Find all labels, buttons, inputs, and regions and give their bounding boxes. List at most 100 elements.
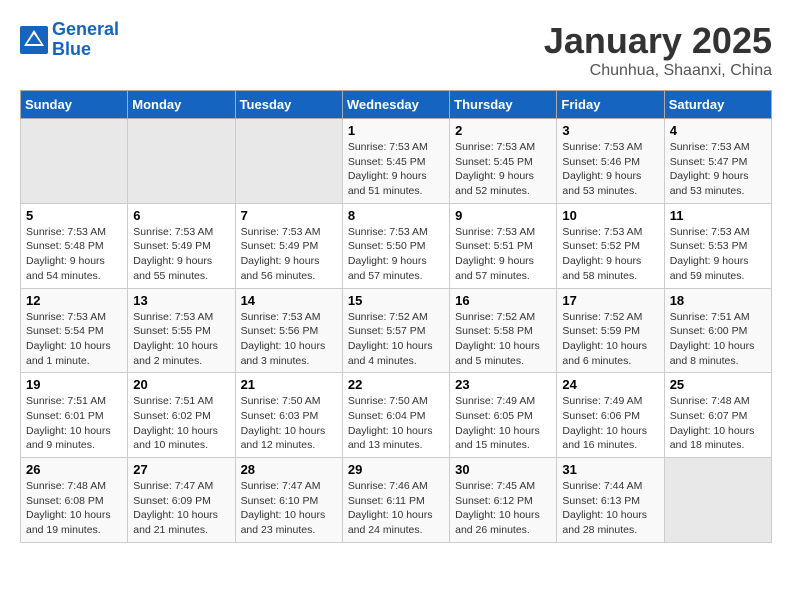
day-info: Sunrise: 7:53 AM Sunset: 5:45 PM Dayligh… <box>455 140 551 199</box>
day-number: 2 <box>455 123 551 138</box>
day-cell: 23 Sunrise: 7:49 AM Sunset: 6:05 PM Dayli… <box>450 373 557 458</box>
day-cell: 28Sunrise: 7:47 AM Sunset: 6:10 PM Dayli… <box>235 458 342 543</box>
day-cell: 31 Sunrise: 7:44 AM Sunset: 6:13 PM Dayli… <box>557 458 664 543</box>
logo: General Blue <box>20 20 119 60</box>
day-info: Sunrise: 7:53 AM Sunset: 5:48 PM Dayligh… <box>26 225 122 284</box>
day-number: 8 <box>348 208 444 223</box>
day-number: 1 <box>348 123 444 138</box>
day-info: Sunrise: 7:53 AM Sunset: 5:52 PM Dayligh… <box>562 225 658 284</box>
day-number: 3 <box>562 123 658 138</box>
day-number: 9 <box>455 208 551 223</box>
day-info: Sunrise: 7:53 AM Sunset: 5:47 PM Dayligh… <box>670 140 766 199</box>
day-info: Sunrise: 7:53 AM Sunset: 5:49 PM Dayligh… <box>241 225 337 284</box>
day-cell: 11Sunrise: 7:53 AM Sunset: 5:53 PM Dayli… <box>664 203 771 288</box>
day-cell: 4 Sunrise: 7:53 AM Sunset: 5:47 PM Daylig… <box>664 119 771 204</box>
day-cell: 10 Sunrise: 7:53 AM Sunset: 5:52 PM Dayli… <box>557 203 664 288</box>
day-number: 4 <box>670 123 766 138</box>
day-cell: 14Sunrise: 7:53 AM Sunset: 5:56 PM Dayli… <box>235 288 342 373</box>
day-cell: 30Sunrise: 7:45 AM Sunset: 6:12 PM Dayli… <box>450 458 557 543</box>
day-info: Sunrise: 7:48 AM Sunset: 6:07 PM Dayligh… <box>670 394 766 453</box>
day-info: Sunrise: 7:53 AM Sunset: 5:54 PM Dayligh… <box>26 310 122 369</box>
day-number: 16 <box>455 293 551 308</box>
day-cell: 18Sunrise: 7:51 AM Sunset: 6:00 PM Dayli… <box>664 288 771 373</box>
day-cell: 21Sunrise: 7:50 AM Sunset: 6:03 PM Dayli… <box>235 373 342 458</box>
day-number: 7 <box>241 208 337 223</box>
day-info: Sunrise: 7:53 AM Sunset: 5:45 PM Dayligh… <box>348 140 444 199</box>
day-info: Sunrise: 7:50 AM Sunset: 6:04 PM Dayligh… <box>348 394 444 453</box>
day-cell: 2 Sunrise: 7:53 AM Sunset: 5:45 PM Daylig… <box>450 119 557 204</box>
day-number: 31 <box>562 462 658 477</box>
day-number: 20 <box>133 377 229 392</box>
day-number: 24 <box>562 377 658 392</box>
day-info: Sunrise: 7:44 AM Sunset: 6:13 PM Dayligh… <box>562 479 658 538</box>
weekday-header-monday: Monday <box>128 91 235 119</box>
day-cell: 8 Sunrise: 7:53 AM Sunset: 5:50 PM Daylig… <box>342 203 449 288</box>
day-number: 27 <box>133 462 229 477</box>
day-cell: 16 Sunrise: 7:52 AM Sunset: 5:58 PM Dayli… <box>450 288 557 373</box>
day-cell: 24Sunrise: 7:49 AM Sunset: 6:06 PM Dayli… <box>557 373 664 458</box>
day-number: 26 <box>26 462 122 477</box>
day-cell: 27 Sunrise: 7:47 AM Sunset: 6:09 PM Dayli… <box>128 458 235 543</box>
day-info: Sunrise: 7:47 AM Sunset: 6:10 PM Dayligh… <box>241 479 337 538</box>
weekday-header-row: SundayMondayTuesdayWednesdayThursdayFrid… <box>21 91 772 119</box>
day-number: 15 <box>348 293 444 308</box>
logo-icon <box>20 26 48 54</box>
day-number: 11 <box>670 208 766 223</box>
day-number: 19 <box>26 377 122 392</box>
day-info: Sunrise: 7:52 AM Sunset: 5:58 PM Dayligh… <box>455 310 551 369</box>
title-block: January 2025 Chunhua, Shaanxi, China <box>544 20 772 80</box>
day-info: Sunrise: 7:52 AM Sunset: 5:57 PM Dayligh… <box>348 310 444 369</box>
day-cell: 15 Sunrise: 7:52 AM Sunset: 5:57 PM Dayli… <box>342 288 449 373</box>
week-row-2: 5 Sunrise: 7:53 AM Sunset: 5:48 PM Daylig… <box>21 203 772 288</box>
weekday-header-sunday: Sunday <box>21 91 128 119</box>
weekday-header-tuesday: Tuesday <box>235 91 342 119</box>
day-info: Sunrise: 7:53 AM Sunset: 5:50 PM Dayligh… <box>348 225 444 284</box>
day-info: Sunrise: 7:53 AM Sunset: 5:55 PM Dayligh… <box>133 310 229 369</box>
month-title: January 2025 <box>544 20 772 62</box>
day-cell: 13 Sunrise: 7:53 AM Sunset: 5:55 PM Dayli… <box>128 288 235 373</box>
day-number: 13 <box>133 293 229 308</box>
location: Chunhua, Shaanxi, China <box>544 62 772 80</box>
day-cell: 25 Sunrise: 7:48 AM Sunset: 6:07 PM Dayli… <box>664 373 771 458</box>
page-header: General Blue January 2025 Chunhua, Shaan… <box>20 20 772 80</box>
day-cell: 22 Sunrise: 7:50 AM Sunset: 6:04 PM Dayli… <box>342 373 449 458</box>
day-info: Sunrise: 7:52 AM Sunset: 5:59 PM Dayligh… <box>562 310 658 369</box>
day-info: Sunrise: 7:53 AM Sunset: 5:46 PM Dayligh… <box>562 140 658 199</box>
day-number: 23 <box>455 377 551 392</box>
day-cell: 17 Sunrise: 7:52 AM Sunset: 5:59 PM Dayli… <box>557 288 664 373</box>
day-number: 29 <box>348 462 444 477</box>
logo-line1: General <box>52 19 119 39</box>
day-number: 12 <box>26 293 122 308</box>
day-cell: 29Sunrise: 7:46 AM Sunset: 6:11 PM Dayli… <box>342 458 449 543</box>
day-number: 6 <box>133 208 229 223</box>
day-info: Sunrise: 7:51 AM Sunset: 6:02 PM Dayligh… <box>133 394 229 453</box>
week-row-5: 26Sunrise: 7:48 AM Sunset: 6:08 PM Dayli… <box>21 458 772 543</box>
day-cell: 6Sunrise: 7:53 AM Sunset: 5:49 PM Daylig… <box>128 203 235 288</box>
logo-text: General Blue <box>52 20 119 60</box>
day-cell <box>128 119 235 204</box>
day-info: Sunrise: 7:51 AM Sunset: 6:01 PM Dayligh… <box>26 394 122 453</box>
week-row-1: 1 Sunrise: 7:53 AM Sunset: 5:45 PM Daylig… <box>21 119 772 204</box>
day-cell: 5 Sunrise: 7:53 AM Sunset: 5:48 PM Daylig… <box>21 203 128 288</box>
calendar-table: SundayMondayTuesdayWednesdayThursdayFrid… <box>20 90 772 543</box>
weekday-header-saturday: Saturday <box>664 91 771 119</box>
day-cell: 1 Sunrise: 7:53 AM Sunset: 5:45 PM Daylig… <box>342 119 449 204</box>
day-cell: 12 Sunrise: 7:53 AM Sunset: 5:54 PM Dayli… <box>21 288 128 373</box>
day-cell: 19 Sunrise: 7:51 AM Sunset: 6:01 PM Dayli… <box>21 373 128 458</box>
day-number: 25 <box>670 377 766 392</box>
day-info: Sunrise: 7:47 AM Sunset: 6:09 PM Dayligh… <box>133 479 229 538</box>
day-cell: 7 Sunrise: 7:53 AM Sunset: 5:49 PM Daylig… <box>235 203 342 288</box>
weekday-header-thursday: Thursday <box>450 91 557 119</box>
day-cell: 20 Sunrise: 7:51 AM Sunset: 6:02 PM Dayli… <box>128 373 235 458</box>
week-row-4: 19 Sunrise: 7:51 AM Sunset: 6:01 PM Dayli… <box>21 373 772 458</box>
weekday-header-friday: Friday <box>557 91 664 119</box>
day-info: Sunrise: 7:50 AM Sunset: 6:03 PM Dayligh… <box>241 394 337 453</box>
day-number: 30 <box>455 462 551 477</box>
day-cell: 26Sunrise: 7:48 AM Sunset: 6:08 PM Dayli… <box>21 458 128 543</box>
day-number: 17 <box>562 293 658 308</box>
day-number: 5 <box>26 208 122 223</box>
day-info: Sunrise: 7:49 AM Sunset: 6:05 PM Dayligh… <box>455 394 551 453</box>
day-info: Sunrise: 7:51 AM Sunset: 6:00 PM Dayligh… <box>670 310 766 369</box>
day-number: 22 <box>348 377 444 392</box>
day-number: 10 <box>562 208 658 223</box>
